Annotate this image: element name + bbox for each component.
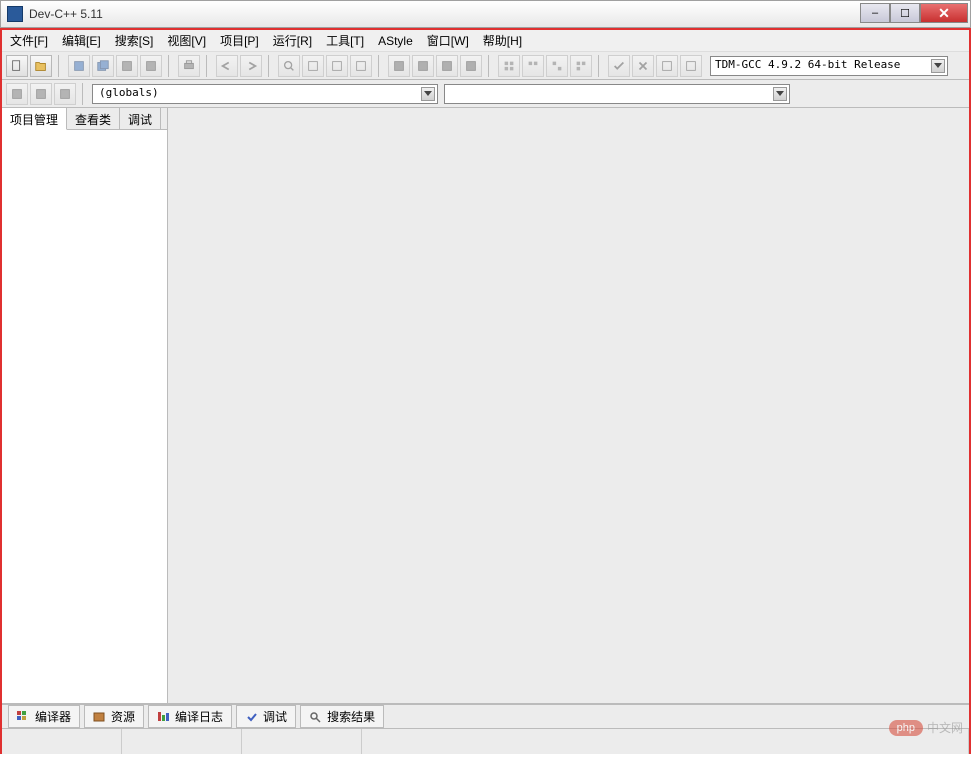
title-bar: Dev-C++ 5.11 – ☐ ✕ (0, 0, 971, 28)
menu-run[interactable]: 运行[R] (273, 32, 312, 49)
status-bar (2, 728, 969, 754)
menu-file[interactable]: 文件[F] (10, 32, 48, 49)
watermark: php 中文网 (889, 719, 963, 736)
dropdown-arrow-icon (773, 87, 787, 101)
main-area: 项目管理 查看类 调试 (2, 108, 969, 704)
open-button[interactable] (30, 55, 52, 77)
sidebar-tabs: 项目管理 查看类 调试 (2, 108, 167, 130)
watermark-text: 中文网 (927, 719, 963, 736)
profile-button[interactable] (546, 55, 568, 77)
check-button[interactable] (608, 55, 630, 77)
member-selector[interactable] (444, 84, 790, 104)
menu-window[interactable]: 窗口[W] (427, 32, 469, 49)
compile-button[interactable] (388, 55, 410, 77)
bottom-tab-compiler[interactable]: 编译器 (8, 705, 80, 728)
insert-button[interactable] (30, 83, 52, 105)
window-title: Dev-C++ 5.11 (29, 7, 103, 21)
menu-edit[interactable]: 编辑[E] (62, 32, 101, 49)
new-file-button[interactable] (6, 55, 28, 77)
menu-astyle[interactable]: AStyle (378, 34, 413, 48)
save-as-button[interactable] (116, 55, 138, 77)
close-file-button[interactable] (140, 55, 162, 77)
search-icon (309, 711, 323, 723)
options2-button[interactable] (680, 55, 702, 77)
editor-area[interactable] (168, 108, 969, 703)
find-button[interactable] (278, 55, 300, 77)
save-all-button[interactable] (92, 55, 114, 77)
maximize-button[interactable]: ☐ (890, 3, 920, 23)
scope-toolbar: (globals) (2, 80, 969, 108)
delete-button[interactable] (632, 55, 654, 77)
rebuild-button[interactable] (460, 55, 482, 77)
minimize-button[interactable]: – (860, 3, 890, 23)
save-button[interactable] (68, 55, 90, 77)
debug-button[interactable] (498, 55, 520, 77)
toggle-button[interactable] (54, 83, 76, 105)
replace-button[interactable] (302, 55, 324, 77)
dropdown-arrow-icon (931, 59, 945, 73)
find-next-button[interactable] (326, 55, 348, 77)
watermark-badge: php (889, 720, 923, 736)
close-button[interactable]: ✕ (920, 3, 968, 23)
compiler-selector[interactable]: TDM-GCC 4.9.2 64-bit Release (710, 56, 948, 76)
menu-tools[interactable]: 工具[T] (326, 32, 364, 49)
dropdown-arrow-icon (421, 87, 435, 101)
resources-icon (93, 711, 107, 723)
menu-project[interactable]: 项目[P] (220, 32, 259, 49)
new-class-button[interactable] (6, 83, 28, 105)
redo-button[interactable] (240, 55, 262, 77)
goto-line-button[interactable] (350, 55, 372, 77)
menu-bar: 文件[F] 编辑[E] 搜索[S] 视图[V] 项目[P] 运行[R] 工具[T… (2, 30, 969, 52)
run-button[interactable] (412, 55, 434, 77)
bottom-tab-find-results[interactable]: 搜索结果 (300, 705, 384, 728)
main-toolbar: TDM-GCC 4.9.2 64-bit Release (2, 52, 969, 80)
compiler-icon (17, 711, 31, 723)
log-icon (157, 711, 171, 723)
stop-button[interactable] (522, 55, 544, 77)
sidebar-tab-project[interactable]: 项目管理 (2, 108, 67, 130)
debug-icon (245, 711, 259, 723)
menu-search[interactable]: 搜索[S] (115, 32, 154, 49)
scope-selector[interactable]: (globals) (92, 84, 438, 104)
print-button[interactable] (178, 55, 200, 77)
project-tree[interactable] (2, 130, 167, 703)
compile-run-button[interactable] (436, 55, 458, 77)
sidebar: 项目管理 查看类 调试 (2, 108, 168, 703)
sidebar-tab-debug[interactable]: 调试 (120, 108, 161, 129)
menu-view[interactable]: 视图[V] (167, 32, 206, 49)
options-button[interactable] (656, 55, 678, 77)
bottom-tab-compile-log[interactable]: 编译日志 (148, 705, 232, 728)
scope-selected-text: (globals) (99, 86, 159, 99)
menu-help[interactable]: 帮助[H] (483, 32, 522, 49)
bottom-tab-debug[interactable]: 调试 (236, 705, 296, 728)
app-icon (7, 6, 23, 22)
bottom-tabs: 编译器 资源 编译日志 调试 搜索结果 (2, 704, 969, 728)
goto-breakpoint-button[interactable] (570, 55, 592, 77)
sidebar-tab-classes[interactable]: 查看类 (67, 108, 120, 129)
compiler-selected-text: TDM-GCC 4.9.2 64-bit Release (715, 58, 900, 71)
undo-button[interactable] (216, 55, 238, 77)
bottom-tab-resources[interactable]: 资源 (84, 705, 144, 728)
window-controls: – ☐ ✕ (860, 3, 968, 23)
